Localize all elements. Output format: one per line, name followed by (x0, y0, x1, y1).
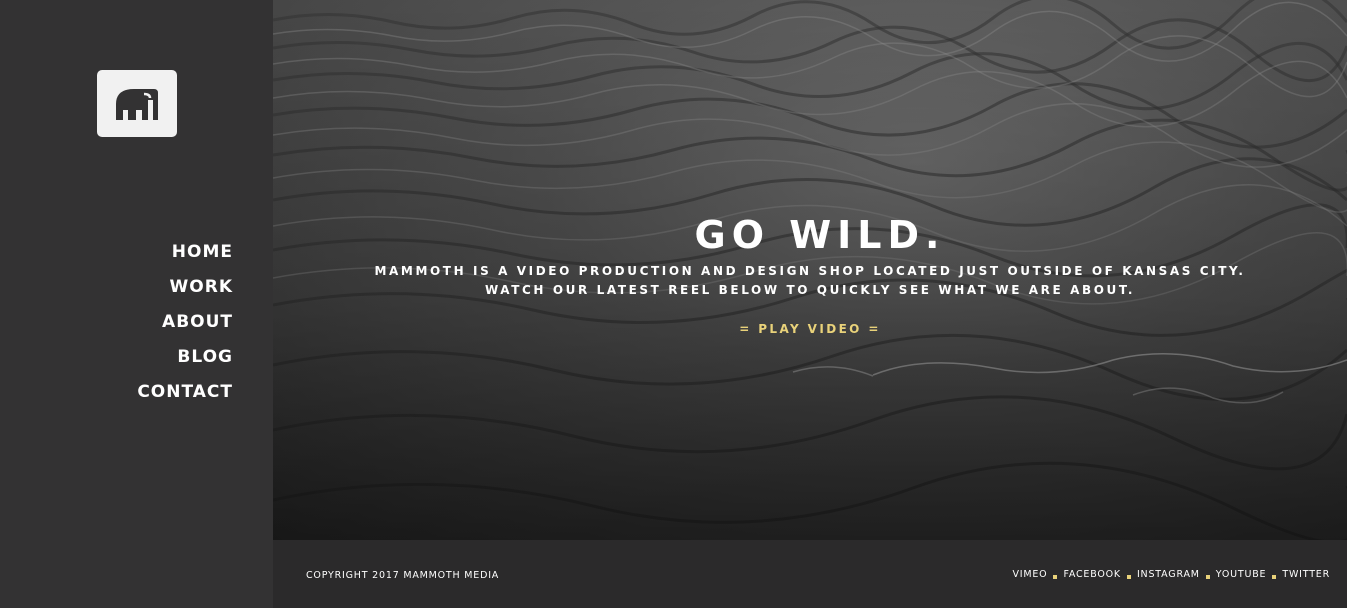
hero-section: GO WILD. MAMMOTH IS A VIDEO PRODUCTION A… (273, 0, 1347, 540)
play-video-button[interactable]: = PLAY VIDEO = (739, 322, 881, 336)
social-link-instagram[interactable]: INSTAGRAM (1137, 569, 1200, 580)
nav-item-about[interactable]: ABOUT (162, 307, 233, 342)
separator-dot-icon (1126, 574, 1131, 579)
hero-headline: GO WILD. (694, 213, 946, 257)
mammoth-logo-icon[interactable] (97, 70, 177, 137)
footer: COPYRIGHT 2017 MAMMOTH MEDIA VIMEO FACEB… (273, 540, 1347, 608)
page: HOME WORK ABOUT BLOG CONTACT GO WILD. MA… (0, 0, 1347, 608)
nav-item-work[interactable]: WORK (170, 272, 233, 307)
sidebar: HOME WORK ABOUT BLOG CONTACT (0, 0, 273, 608)
copyright-text: COPYRIGHT 2017 MAMMOTH MEDIA (306, 570, 500, 581)
social-links: VIMEO FACEBOOK INSTAGRAM YOUTUBE TWITTER (1012, 569, 1330, 580)
social-link-vimeo[interactable]: VIMEO (1012, 569, 1047, 580)
nav-item-blog[interactable]: BLOG (177, 342, 233, 377)
separator-dot-icon (1272, 574, 1277, 579)
hero-tagline-line-2: WATCH OUR LATEST REEL BELOW TO QUICKLY S… (484, 283, 1135, 297)
social-link-twitter[interactable]: TWITTER (1282, 569, 1330, 580)
separator-dot-icon (1053, 574, 1058, 579)
hero-tagline-line-1: MAMMOTH IS A VIDEO PRODUCTION AND DESIGN… (374, 264, 1246, 278)
main-nav: HOME WORK ABOUT BLOG CONTACT (137, 237, 233, 412)
nav-item-contact[interactable]: CONTACT (137, 377, 233, 412)
hero-content: GO WILD. MAMMOTH IS A VIDEO PRODUCTION A… (273, 212, 1347, 338)
social-link-youtube[interactable]: YOUTUBE (1216, 569, 1267, 580)
separator-dot-icon (1205, 574, 1210, 579)
social-link-facebook[interactable]: FACEBOOK (1063, 569, 1121, 580)
nav-item-home[interactable]: HOME (172, 237, 233, 272)
